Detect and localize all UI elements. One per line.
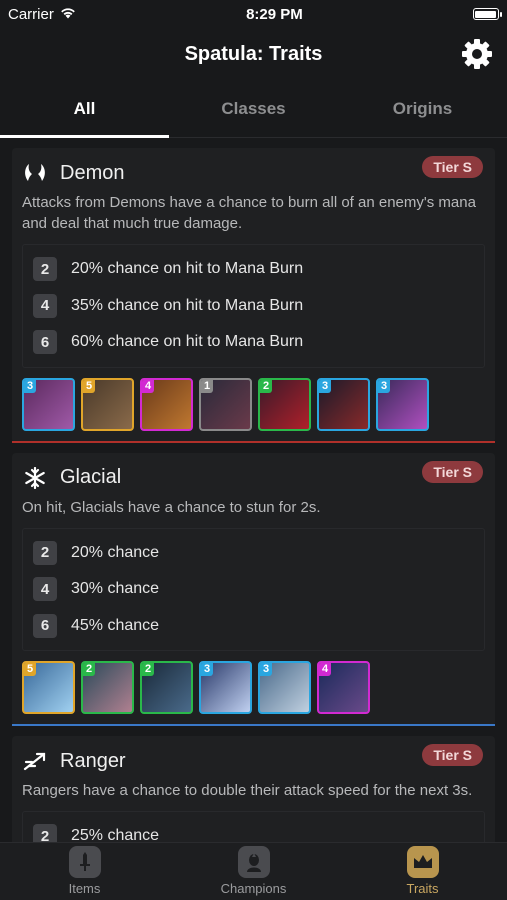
bonus-list: 2 25% chance [22, 811, 485, 842]
bonus-text: 20% chance [71, 543, 160, 561]
bonus-row: 6 60% chance on hit to Mana Burn [33, 324, 474, 361]
bonus-row: 2 20% chance [33, 535, 474, 572]
tab-all[interactable]: All [0, 80, 169, 137]
champion-row: 3 5 4 1 2 3 3 [22, 377, 485, 441]
champion-cost-badge: 5 [24, 663, 37, 676]
champion-cost-badge: 4 [319, 663, 332, 676]
tab-classes[interactable]: Classes [169, 80, 338, 137]
ranger-arrow-icon [22, 748, 48, 774]
bonus-list: 2 20% chance 4 30% chance 6 45% chance [22, 527, 485, 651]
tier-badge: Tier S [422, 156, 483, 178]
bonus-text: 60% chance on hit to Mana Burn [71, 333, 304, 351]
champion-portrait[interactable]: 1 [199, 377, 252, 431]
bonus-text: 20% chance on hit to Mana Burn [71, 260, 304, 278]
bonus-count: 2 [33, 257, 57, 282]
champion-portrait[interactable]: 5 [81, 377, 134, 431]
tab-origins[interactable]: Origins [338, 80, 507, 137]
bonus-row: 2 25% chance [33, 818, 474, 842]
trait-header: Demon [22, 158, 485, 188]
bonus-count: 2 [33, 824, 57, 842]
champion-portrait[interactable]: 3 [258, 661, 311, 714]
trait-list[interactable]: Demon Tier S Attacks from Demons have a … [0, 138, 507, 842]
tier-badge: Tier S [422, 460, 483, 483]
trait-description: On hit, Glacials have a chance to stun f… [22, 498, 321, 516]
bottom-tab-bar: Items Champions Traits [0, 842, 507, 900]
champion-portrait[interactable]: 3 [376, 377, 429, 431]
trait-header: Ranger [22, 746, 485, 776]
crown-icon [406, 846, 439, 878]
trait-divider [12, 440, 495, 443]
champion-cost-badge: 5 [83, 379, 96, 393]
bonus-row: 4 35% chance on hit to Mana Burn [33, 288, 474, 325]
champion-portrait[interactable]: 4 [317, 661, 370, 714]
champion-cost-badge: 3 [24, 379, 37, 393]
champion-cost-badge: 2 [83, 663, 96, 676]
champion-portrait[interactable]: 3 [22, 377, 75, 431]
trait-card-ranger[interactable]: Ranger Tier S Rangers have a chance to d… [12, 736, 495, 842]
champion-cost-badge: 3 [378, 379, 391, 393]
bonus-text: 30% chance [71, 580, 160, 598]
page-title: Spatula: Traits [184, 42, 323, 65]
tab-item-label: Items [68, 881, 101, 896]
tab-items[interactable]: Items [0, 843, 169, 900]
trait-divider [12, 724, 495, 726]
champion-cost-badge: 4 [142, 379, 155, 393]
bonus-text: 35% chance on hit to Mana Burn [71, 296, 304, 314]
bonus-count: 6 [33, 613, 57, 638]
trait-description: Attacks from Demons have a chance to bur… [22, 194, 476, 232]
bonus-count: 6 [33, 330, 57, 355]
battery-icon [472, 8, 502, 20]
champion-portrait[interactable]: 2 [140, 661, 193, 714]
champion-cost-badge: 3 [260, 663, 273, 676]
bonus-count: 4 [33, 293, 57, 318]
wifi-icon [60, 6, 76, 23]
trait-description: Rangers have a chance to double their at… [22, 782, 473, 799]
champion-cost-badge: 2 [142, 663, 155, 676]
tab-traits[interactable]: Traits [338, 843, 507, 900]
champion-cost-badge: 1 [201, 379, 214, 393]
trait-name: Glacial [60, 466, 122, 488]
segment-tabs: All Classes Origins [0, 80, 507, 138]
champion-cost-badge: 3 [201, 663, 214, 676]
champion-portrait[interactable]: 3 [317, 377, 370, 431]
bonus-row: 4 30% chance [33, 571, 474, 608]
nav-bar: Spatula: Traits [0, 28, 507, 80]
clock: 8:29 PM [246, 5, 303, 23]
trait-name: Demon [60, 161, 125, 184]
gear-icon [462, 39, 492, 69]
trait-header: Glacial [22, 463, 485, 493]
bonus-text: 45% chance [71, 616, 160, 634]
champion-portrait[interactable]: 2 [81, 661, 134, 714]
champion-cost-badge: 3 [319, 379, 332, 393]
tab-item-label: Traits [406, 881, 439, 896]
snowflake-icon [22, 465, 48, 491]
trait-card-glacial[interactable]: Glacial Tier S On hit, Glacials have a c… [12, 452, 495, 726]
status-left: Carrier [8, 6, 76, 23]
champion-portrait[interactable]: 3 [199, 661, 252, 714]
demon-horns-icon [22, 160, 48, 186]
champion-row: 5 2 2 3 3 4 [22, 661, 485, 724]
champion-cost-badge: 2 [260, 379, 273, 393]
champion-portrait[interactable]: 4 [140, 377, 193, 431]
status-bar: Carrier 8:29 PM [0, 0, 507, 28]
bonus-row: 6 45% chance [33, 608, 474, 645]
champion-portrait[interactable]: 2 [258, 377, 311, 431]
bonus-count: 4 [33, 577, 57, 602]
bonus-text: 25% chance [71, 827, 160, 842]
champion-icon [237, 846, 270, 878]
tier-badge: Tier S [422, 744, 483, 766]
bonus-count: 2 [33, 540, 57, 565]
tab-champions[interactable]: Champions [169, 843, 338, 900]
champion-portrait[interactable]: 5 [22, 661, 75, 714]
bonus-row: 2 20% chance on hit to Mana Burn [33, 251, 474, 288]
carrier-label: Carrier [8, 5, 54, 23]
bonus-list: 2 20% chance on hit to Mana Burn 4 35% c… [22, 244, 485, 368]
tab-item-label: Champions [220, 881, 287, 896]
trait-card-demon[interactable]: Demon Tier S Attacks from Demons have a … [12, 148, 495, 443]
trait-name: Ranger [60, 749, 126, 772]
sword-icon [68, 846, 101, 878]
settings-button[interactable] [459, 36, 495, 72]
